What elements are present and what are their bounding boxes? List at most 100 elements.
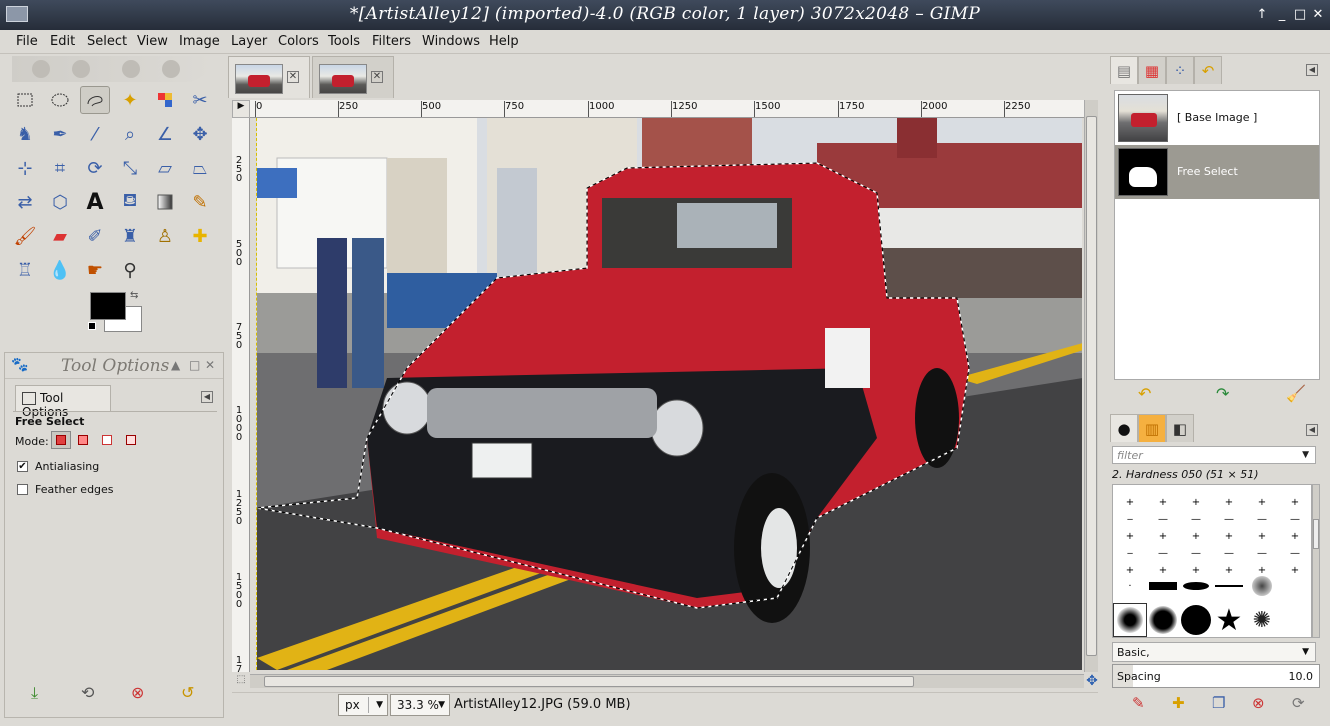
- duplicate-brush-icon[interactable]: ❐: [1212, 694, 1225, 712]
- reset-options-icon[interactable]: ↺: [181, 683, 194, 702]
- tab-paths[interactable]: ⁘: [1166, 56, 1194, 84]
- horizontal-scroll-thumb[interactable]: [264, 676, 914, 687]
- dodge-burn-tool-icon[interactable]: ⚲: [115, 256, 145, 284]
- tab-layers[interactable]: ▤: [1110, 56, 1138, 84]
- quick-mask-icon[interactable]: ⬚: [232, 674, 250, 688]
- close-button[interactable]: ✕: [1310, 7, 1326, 23]
- help-icon[interactable]: ↑: [1254, 7, 1270, 23]
- airbrush-tool-icon[interactable]: ✐: [80, 222, 110, 250]
- tab-patterns[interactable]: ▥: [1138, 414, 1166, 442]
- color-picker-tool-icon[interactable]: ⁄: [80, 120, 110, 148]
- paths-tool-icon[interactable]: ✒: [45, 120, 75, 148]
- maximize-button[interactable]: □: [1292, 7, 1308, 23]
- cage-transform-tool-icon[interactable]: ⬡: [45, 188, 75, 216]
- vertical-scrollbar[interactable]: [1084, 100, 1098, 672]
- brush-cell[interactable]: ·: [1113, 569, 1147, 603]
- dock-up-icon[interactable]: ▲: [171, 358, 180, 372]
- paintbrush-tool-icon[interactable]: 🖌: [10, 222, 40, 250]
- brush-filter-input[interactable]: filter ▼: [1112, 446, 1316, 464]
- undo-icon[interactable]: ↶: [1138, 384, 1151, 403]
- delete-brush-icon[interactable]: ⊗: [1252, 694, 1265, 712]
- antialiasing-checkbox[interactable]: ✔: [17, 461, 28, 472]
- rotate-tool-icon[interactable]: ⟳: [80, 154, 110, 182]
- close-tab-icon[interactable]: ✕: [371, 71, 383, 83]
- zoom-tool-icon[interactable]: ⌕: [115, 120, 145, 148]
- mode-replace-button[interactable]: [51, 431, 71, 449]
- feather-edges-checkbox[interactable]: [17, 484, 28, 495]
- color-selector[interactable]: ⇆: [88, 290, 146, 336]
- layers-menu-icon[interactable]: ◀: [1306, 64, 1318, 76]
- vertical-scroll-thumb[interactable]: [1086, 116, 1097, 656]
- scissors-tool-icon[interactable]: ✂: [185, 86, 215, 114]
- image-canvas[interactable]: [256, 118, 1082, 670]
- menu-view[interactable]: View: [137, 34, 168, 49]
- mode-subtract-button[interactable]: [97, 431, 117, 449]
- fuzzy-select-tool-icon[interactable]: ✦: [115, 86, 145, 114]
- menu-file[interactable]: File: [16, 34, 38, 49]
- dock-restore-icon[interactable]: □: [189, 358, 200, 372]
- flip-tool-icon[interactable]: ⇄: [10, 188, 40, 216]
- ruler-corner-menu-icon[interactable]: ▶: [232, 100, 250, 118]
- brush-cell[interactable]: [1179, 569, 1213, 603]
- image-tab-2[interactable]: ✕: [312, 56, 394, 98]
- heal-tool-icon[interactable]: ✚: [185, 222, 215, 250]
- ellipse-select-tool-icon[interactable]: [45, 86, 75, 114]
- menu-colors[interactable]: Colors: [278, 34, 319, 49]
- perspective-clone-tool-icon[interactable]: ♖: [10, 256, 40, 284]
- menu-windows[interactable]: Windows: [422, 34, 480, 49]
- foreground-select-tool-icon[interactable]: ♞: [10, 120, 40, 148]
- new-brush-icon[interactable]: ✚: [1172, 694, 1185, 712]
- menu-tools[interactable]: Tools: [328, 34, 360, 49]
- brush-cell[interactable]: [1179, 603, 1213, 637]
- close-tab-icon[interactable]: ✕: [287, 71, 299, 83]
- horizontal-scrollbar[interactable]: [250, 674, 1084, 688]
- text-tool-icon[interactable]: A: [80, 188, 110, 216]
- ink-tool-icon[interactable]: ♜: [115, 222, 145, 250]
- perspective-tool-icon[interactable]: ⏢: [185, 154, 215, 182]
- clone-tool-icon[interactable]: ♙: [150, 222, 180, 250]
- redo-icon[interactable]: ↷: [1216, 384, 1229, 403]
- scale-tool-icon[interactable]: ⤡: [115, 154, 145, 182]
- foreground-color-swatch[interactable]: [90, 292, 126, 320]
- brush-grid[interactable]: + + + + + + ‒ — — — — — + + + + + + ‒ — …: [1112, 484, 1312, 638]
- brushes-menu-icon[interactable]: ◀: [1306, 424, 1318, 436]
- list-item[interactable]: [ Base Image ]: [1115, 91, 1319, 145]
- pencil-tool-icon[interactable]: ✎: [185, 188, 215, 216]
- delete-options-icon[interactable]: ⊗: [131, 683, 144, 702]
- vertical-ruler[interactable]: 250 500 750 1000 1250 1500 1750: [232, 118, 250, 672]
- crop-tool-icon[interactable]: ⌗: [45, 154, 75, 182]
- free-select-tool-icon[interactable]: [80, 86, 110, 114]
- unit-select[interactable]: px ▼: [338, 694, 388, 716]
- brush-cell[interactable]: [1146, 603, 1180, 637]
- brush-cell[interactable]: [1212, 569, 1246, 603]
- rect-select-tool-icon[interactable]: [10, 86, 40, 114]
- smudge-tool-icon[interactable]: ☛: [80, 256, 110, 284]
- mode-intersect-button[interactable]: [121, 431, 141, 449]
- move-tool-icon[interactable]: ✥: [185, 120, 215, 148]
- menu-layer[interactable]: Layer: [231, 34, 267, 49]
- list-item[interactable]: Free Select: [1115, 145, 1319, 199]
- brush-cell-selected[interactable]: [1113, 603, 1147, 637]
- eraser-tool-icon[interactable]: ▰: [45, 222, 75, 250]
- restore-options-icon[interactable]: ⟲: [81, 683, 94, 702]
- menu-filters[interactable]: Filters: [372, 34, 411, 49]
- default-colors-icon[interactable]: [88, 322, 96, 330]
- brush-preset-select[interactable]: Basic, ▼: [1112, 642, 1316, 662]
- brush-cell[interactable]: ✺: [1245, 603, 1279, 637]
- blend-tool-icon[interactable]: [150, 188, 180, 216]
- shear-tool-icon[interactable]: ▱: [150, 154, 180, 182]
- brush-cell[interactable]: [1146, 569, 1180, 603]
- minimize-button[interactable]: _: [1274, 7, 1290, 23]
- menu-help[interactable]: Help: [489, 34, 519, 49]
- save-options-icon[interactable]: ⤓: [31, 683, 38, 703]
- zoom-select[interactable]: 33.3 % ▼: [390, 694, 450, 716]
- clear-history-icon[interactable]: 🧹: [1286, 384, 1306, 403]
- refresh-brushes-icon[interactable]: ⟳: [1292, 694, 1305, 712]
- brush-cell[interactable]: [1245, 569, 1279, 603]
- mode-add-button[interactable]: [73, 431, 93, 449]
- menu-edit[interactable]: Edit: [50, 34, 75, 49]
- menu-image[interactable]: Image: [179, 34, 220, 49]
- measure-tool-icon[interactable]: ∠: [150, 120, 180, 148]
- brush-cell[interactable]: +: [1278, 553, 1311, 587]
- spacing-slider[interactable]: Spacing 10.0: [1112, 664, 1320, 688]
